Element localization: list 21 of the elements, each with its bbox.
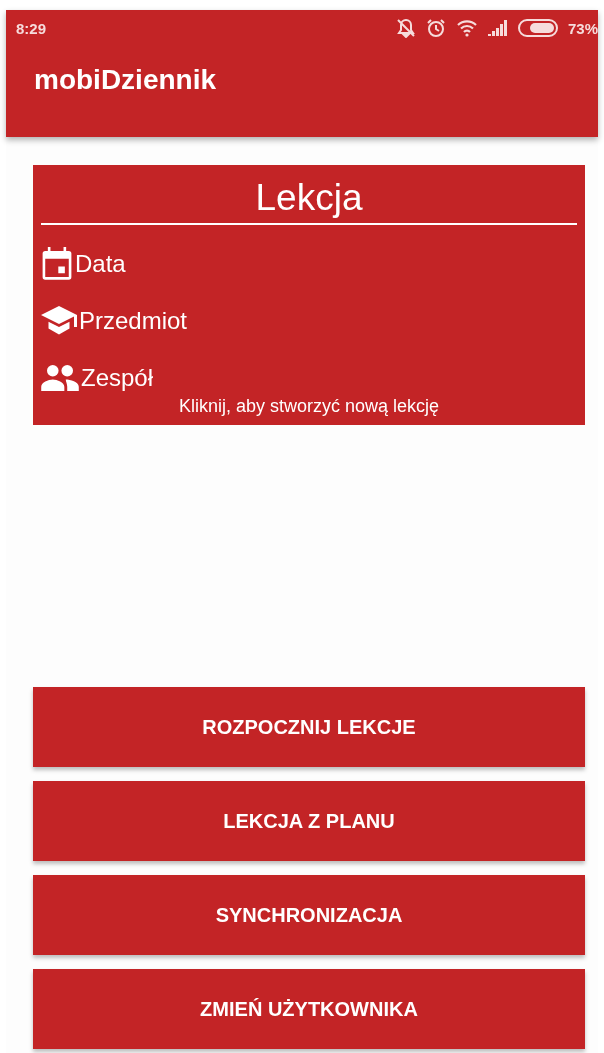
battery-icon [517, 19, 558, 37]
signal-icon [487, 20, 508, 36]
menu-button[interactable]: LEKCJA Z PLANU [33, 781, 585, 861]
field-label: Data [75, 249, 126, 278]
app-title: mobiDziennik [34, 64, 216, 96]
calendar-icon [41, 246, 73, 281]
graduation-cap-icon [41, 305, 77, 336]
card-hint: Kliknij, aby stworzyć nową lekcję [178, 396, 440, 417]
field-label: Przedmiot [79, 306, 188, 335]
card-title: Lekcja [255, 177, 363, 219]
wifi-icon [455, 19, 478, 37]
status-time: 8:29 [16, 19, 47, 37]
people-icon [41, 364, 79, 391]
lesson-card[interactable]: Lekcja Data Przedmiot Zespół Kliknij, aby stworzyć nową lekcję [33, 165, 585, 425]
battery-percent: 73% [567, 19, 598, 37]
alarm-clock-icon [425, 18, 446, 38]
menu-button[interactable]: SYNCHRONIZACJA [33, 875, 585, 955]
menu-button[interactable]: ROZPOCZNIJ LEKCJE [33, 687, 585, 767]
menu-button[interactable]: ZMIEŃ UŻYTKOWNIKA [33, 969, 585, 1049]
muted-bell-icon [395, 18, 416, 38]
field-label: Zespół [81, 363, 154, 392]
